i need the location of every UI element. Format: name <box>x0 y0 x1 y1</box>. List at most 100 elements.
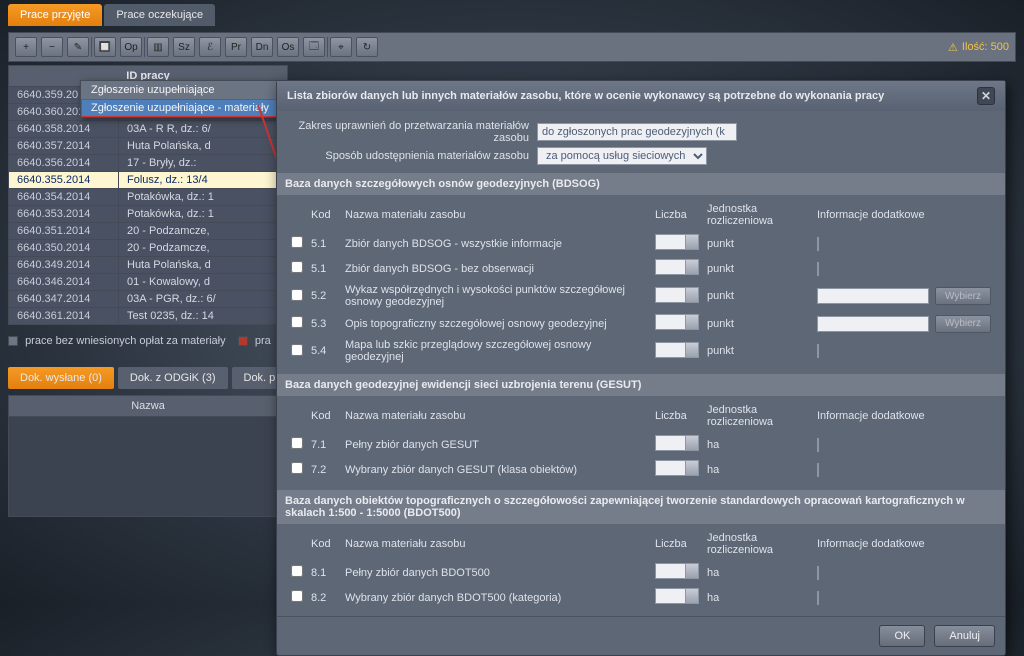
material-name: Wykaz współrzędnych i wysokości punktów … <box>341 281 651 311</box>
quantity-stepper[interactable] <box>655 460 699 476</box>
quantity-stepper[interactable] <box>655 314 699 330</box>
material-checkbox[interactable] <box>291 316 303 328</box>
material-unit: ha <box>703 585 813 610</box>
toolbar-button[interactable]: Sz <box>173 37 195 57</box>
info-input[interactable] <box>817 591 819 605</box>
select-button[interactable]: Wybierz <box>935 287 991 305</box>
table-row[interactable]: 6640.346.201401 - Kowalowy, d <box>9 274 288 291</box>
material-checkbox[interactable] <box>291 462 303 474</box>
quantity-stepper[interactable] <box>655 435 699 451</box>
info-input[interactable] <box>817 316 929 332</box>
material-name: Mapa lub szkic przeglądowy szczegółowej … <box>341 336 651 366</box>
toolbar-button[interactable]: Os <box>277 37 299 57</box>
table-row[interactable]: 6640.361.2014Test 0235, dz.: 14 <box>9 308 288 325</box>
material-checkbox[interactable] <box>291 590 303 602</box>
toolbar-button[interactable]: ℰ <box>199 37 221 57</box>
toolbar-button[interactable]: Pr <box>225 37 247 57</box>
materials-col-chk <box>287 199 307 231</box>
materials-col-name: Nazwa materiału zasobu <box>341 528 651 560</box>
table-row[interactable]: 6640.358.201403A - R R, dz.: 6/ <box>9 121 288 138</box>
ok-button[interactable]: OK <box>879 625 925 647</box>
material-row: 5.3Opis topograficzny szczegółowej osnow… <box>287 311 995 336</box>
info-input[interactable] <box>817 237 819 251</box>
label-delivery: Sposób udostępnienia materiałów zasobu <box>287 150 537 162</box>
material-checkbox[interactable] <box>291 236 303 248</box>
table-row[interactable]: 6640.356.201417 - Bryły, dz.: <box>9 155 288 172</box>
docs-body <box>8 417 288 517</box>
job-id: 6640.354.2014 <box>9 189 119 206</box>
tab-accepted[interactable]: Prace przyjęte <box>8 4 102 26</box>
legend-swatch-other <box>238 336 248 346</box>
table-row[interactable]: 6640.349.2014Huta Polańska, d <box>9 257 288 274</box>
table-row[interactable]: 6640.350.201420 - Podzamcze, <box>9 240 288 257</box>
select-button[interactable]: Wybierz <box>935 315 991 333</box>
quantity-stepper[interactable] <box>655 563 699 579</box>
table-row[interactable]: 6640.353.2014Potakówka, dz.: 1 <box>9 206 288 223</box>
quantity-stepper[interactable] <box>655 287 699 303</box>
section-header: Baza danych obiektów topograficznych o s… <box>277 490 1005 524</box>
toolbar-button[interactable]: Op <box>120 37 142 57</box>
job-id: 6640.346.2014 <box>9 274 119 291</box>
toolbar-button[interactable]: ▥ <box>147 37 169 57</box>
table-row[interactable]: 6640.357.2014Huta Polańska, d <box>9 138 288 155</box>
info-input[interactable] <box>817 566 819 580</box>
material-row: 7.2Wybrany zbiór danych GESUT (klasa obi… <box>287 457 995 482</box>
material-row: 8.2Wybrany zbiór danych BDOT500 (kategor… <box>287 585 995 610</box>
toolbar-button[interactable]: ✎ <box>67 37 89 57</box>
table-row[interactable]: 6640.351.201420 - Podzamcze, <box>9 223 288 240</box>
material-row: 5.1Zbiór danych BDSOG - bez obserwacjipu… <box>287 256 995 281</box>
job-id: 6640.361.2014 <box>9 308 119 325</box>
toolbar-button[interactable]: 🗔 <box>303 37 325 57</box>
material-checkbox[interactable] <box>291 565 303 577</box>
toolbar-button[interactable]: ↻ <box>356 37 378 57</box>
info-input[interactable] <box>817 438 819 452</box>
material-code: 7.2 <box>307 457 341 482</box>
quantity-stepper[interactable] <box>655 588 699 604</box>
menu-item-supplementary[interactable]: Zgłoszenie uzupełniające <box>81 81 279 99</box>
delivery-select[interactable]: za pomocą usług sieciowych <box>537 147 707 165</box>
cancel-button[interactable]: Anuluj <box>934 625 995 647</box>
quantity-stepper[interactable] <box>655 234 699 250</box>
legend-label-unpaid: prace bez wniesionych opłat za materiały <box>25 335 226 347</box>
quantity-stepper[interactable] <box>655 259 699 275</box>
table-row[interactable]: 6640.354.2014Potakówka, dz.: 1 <box>9 189 288 206</box>
info-input[interactable] <box>817 262 819 276</box>
docs-header: Nazwa <box>8 395 288 417</box>
material-name: Wybrany zbiór danych GESUT (klasa obiekt… <box>341 457 651 482</box>
toolbar-button[interactable]: + <box>15 37 37 57</box>
info-input[interactable] <box>817 344 819 358</box>
modal-title-bar[interactable]: Lista zbiorów danych lub innych materiał… <box>277 81 1005 111</box>
materials-table: KodNazwa materiału zasobuLiczbaJednostka… <box>287 400 995 482</box>
info-input[interactable] <box>817 288 929 304</box>
materials-col-kod: Kod <box>307 528 341 560</box>
info-input[interactable] <box>817 463 819 477</box>
material-unit: ha <box>703 457 813 482</box>
material-name: Zbiór danych BDSOG - bez obserwacji <box>341 256 651 281</box>
materials-col-info: Informacje dodatkowe <box>813 400 995 432</box>
subtab-odgik[interactable]: Dok. z ODGiK (3) <box>118 367 228 389</box>
materials-col-kod: Kod <box>307 199 341 231</box>
tab-pending[interactable]: Prace oczekujące <box>104 4 215 26</box>
material-checkbox[interactable] <box>291 437 303 449</box>
material-code: 5.1 <box>307 256 341 281</box>
material-code: 5.3 <box>307 311 341 336</box>
material-row: 5.4Mapa lub szkic przeglądowy szczegółow… <box>287 336 995 366</box>
toolbar-button[interactable]: Dn <box>251 37 273 57</box>
job-id: 6640.356.2014 <box>9 155 119 172</box>
scope-input[interactable] <box>537 123 737 141</box>
material-checkbox[interactable] <box>291 289 303 301</box>
material-name: Zbiór danych BDSOG - wszystkie informacj… <box>341 231 651 256</box>
subtab-sent[interactable]: Dok. wysłane (0) <box>8 367 114 389</box>
table-row[interactable]: 6640.355.2014Folusz, dz.: 13/4 <box>9 172 288 189</box>
menu-item-supplementary-materials[interactable]: Zgłoszenie uzupełniające - materiały <box>81 99 279 117</box>
toolbar-button[interactable]: 🔲 <box>94 37 116 57</box>
toolbar-button[interactable]: − <box>41 37 63 57</box>
toolbar-button[interactable]: ⌖ <box>330 37 352 57</box>
status-count: Ilość: 500 <box>962 41 1009 53</box>
quantity-stepper[interactable] <box>655 342 699 358</box>
table-row[interactable]: 6640.347.201403A - PGR, dz.: 6/ <box>9 291 288 308</box>
material-checkbox[interactable] <box>291 261 303 273</box>
close-icon[interactable]: ✕ <box>977 87 995 105</box>
main-tabs: Prace przyjęte Prace oczekujące <box>8 4 1016 26</box>
material-checkbox[interactable] <box>291 344 303 356</box>
